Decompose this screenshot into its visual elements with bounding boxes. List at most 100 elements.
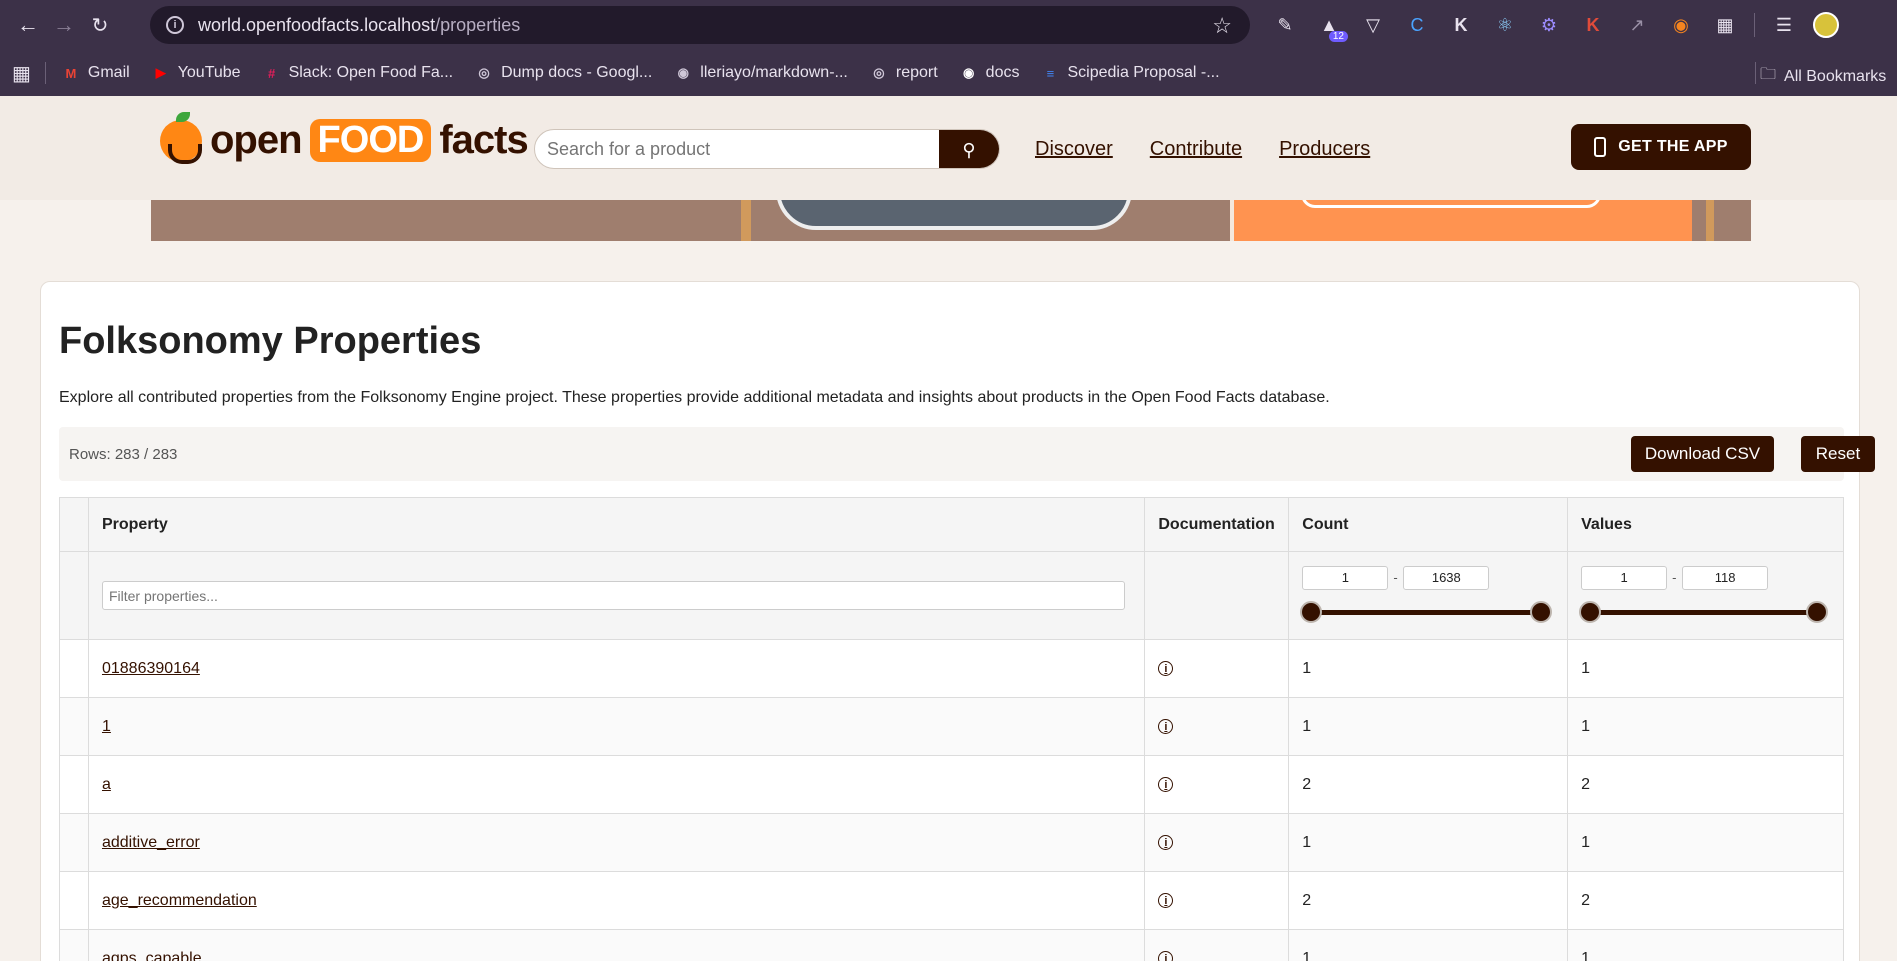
properties-table: Property Documentation Count Values 1 - … bbox=[59, 497, 1844, 961]
table-row: 01886390164 i 1 1 bbox=[60, 640, 1844, 698]
property-link[interactable]: additive_error bbox=[102, 834, 200, 852]
github-icon: ◉ bbox=[963, 65, 975, 80]
count-min-handle[interactable] bbox=[1300, 600, 1323, 623]
puzzle-extensions-icon[interactable]: ▦ bbox=[1710, 10, 1740, 40]
count-max-handle[interactable] bbox=[1530, 600, 1553, 623]
values-range-filter: 1 - 118 bbox=[1568, 552, 1843, 640]
open-food-facts-logo[interactable]: open FOOD facts bbox=[160, 111, 529, 164]
count-slider-track[interactable] bbox=[1309, 609, 1542, 615]
values-max-input[interactable]: 118 bbox=[1682, 565, 1769, 590]
k-extension-icon[interactable]: K bbox=[1446, 10, 1476, 40]
property-link[interactable]: age_recommendation bbox=[102, 892, 257, 910]
download-csv-button[interactable]: Download CSV bbox=[1631, 436, 1774, 472]
info-icon[interactable]: i bbox=[1158, 951, 1174, 961]
reading-list-icon[interactable]: ☰ bbox=[1769, 10, 1799, 40]
values-min-handle[interactable] bbox=[1579, 600, 1602, 623]
extensions-bar: ✎ ▲ 12 ▽ C K ⚛ ⚙ K ↗ ◉ ▦ ☰ bbox=[1270, 10, 1839, 42]
search-input[interactable] bbox=[535, 130, 935, 168]
info-icon[interactable]: i bbox=[1158, 719, 1174, 734]
bookmark-item[interactable]: ▶ YouTube bbox=[152, 64, 241, 82]
bookmark-star-icon[interactable]: ☆ bbox=[1212, 13, 1232, 39]
reload-icon[interactable]: ↻ bbox=[82, 7, 118, 43]
header-documentation[interactable]: Documentation bbox=[1145, 498, 1290, 551]
nav-producers[interactable]: Producers bbox=[1279, 138, 1370, 161]
profile-avatar[interactable] bbox=[1813, 12, 1839, 38]
bookmarks-bar: ▦ M Gmail ▶ YouTube # Slack: Open Food Fa... ◎… bbox=[0, 50, 1897, 96]
bookmark-item[interactable]: M Gmail bbox=[62, 64, 129, 82]
external-link-extension-icon[interactable]: ↗ bbox=[1622, 10, 1652, 40]
count-min-input[interactable]: 1 bbox=[1302, 565, 1389, 590]
browser-toolbar: ← → ↻ i world.openfoodfacts.localhost/pr… bbox=[0, 0, 1897, 50]
header-values[interactable]: Values bbox=[1568, 498, 1844, 551]
bookmark-label: report bbox=[895, 64, 938, 81]
count-range-filter: 1 - 1638 bbox=[1289, 552, 1567, 640]
header-count[interactable]: Count bbox=[1289, 498, 1569, 551]
promo-banner[interactable] bbox=[151, 200, 1751, 241]
search-button[interactable]: ⚲ bbox=[939, 130, 999, 168]
info-icon[interactable]: i bbox=[1158, 893, 1174, 908]
values-max-handle[interactable] bbox=[1806, 600, 1829, 623]
documentation-cell: i bbox=[1145, 814, 1290, 871]
bookmark-item[interactable]: ◎ Dump docs - Googl... bbox=[475, 64, 652, 82]
reset-button[interactable]: Reset bbox=[1801, 436, 1875, 472]
banner-photo bbox=[776, 200, 1132, 230]
documentation-cell: i bbox=[1145, 698, 1290, 755]
triangle-extension-icon[interactable]: ▽ bbox=[1358, 10, 1388, 40]
product-search: ⚲ bbox=[534, 129, 1000, 169]
property-link[interactable]: agps_capable bbox=[102, 950, 202, 961]
k-red-extension-icon[interactable]: K bbox=[1578, 10, 1608, 40]
bookmark-label: Scipedia Proposal -... bbox=[1067, 64, 1220, 81]
bookmark-label: Slack: Open Food Fa... bbox=[288, 64, 454, 81]
table-row: a i 22 bbox=[60, 756, 1844, 814]
property-cell: additive_error bbox=[89, 814, 1146, 871]
count-max-input[interactable]: 1638 bbox=[1403, 565, 1490, 590]
property-cell: a bbox=[89, 756, 1146, 813]
all-bookmarks-label: All Bookmarks bbox=[1784, 67, 1887, 85]
bookmark-item[interactable]: ◉ lleriayo/markdown-... bbox=[674, 64, 848, 82]
url-host: world.openfoodfacts.localhost bbox=[198, 14, 436, 35]
forward-arrow-icon[interactable]: → bbox=[46, 7, 82, 43]
property-link[interactable]: a bbox=[102, 776, 111, 794]
google-docs-icon: ≡ bbox=[1046, 65, 1055, 81]
bookmark-item[interactable]: ◎ report bbox=[870, 64, 938, 82]
properties-card: Folksonomy Properties Explore all contri… bbox=[40, 281, 1875, 961]
property-link[interactable]: 01886390164 bbox=[102, 660, 200, 678]
gmail-icon: M bbox=[65, 65, 77, 81]
get-the-app-button[interactable]: GET THE APP bbox=[1571, 124, 1751, 170]
bookmark-item[interactable]: ≡ Scipedia Proposal -... bbox=[1041, 64, 1220, 82]
bookmark-label: lleriayo/markdown-... bbox=[700, 64, 848, 81]
all-bookmarks-button[interactable]: 🗀 All Bookmarks bbox=[1760, 63, 1886, 90]
property-link[interactable]: 1 bbox=[102, 718, 111, 736]
nav-discover[interactable]: Discover bbox=[1035, 138, 1113, 161]
count-filter-cell: 1 - 1638 bbox=[1289, 552, 1569, 640]
site-header: open FOOD facts ⚲ Discover Contribute Pr… bbox=[0, 96, 1897, 200]
filter-properties-input[interactable] bbox=[101, 581, 1125, 610]
eyedropper-extension-icon[interactable]: ✎ bbox=[1270, 10, 1300, 40]
bookmark-item[interactable]: # Slack: Open Food Fa... bbox=[263, 64, 454, 82]
bookmark-label: docs bbox=[985, 64, 1020, 81]
c-extension-icon[interactable]: C bbox=[1402, 10, 1432, 40]
react-devtools-icon[interactable]: ⚛ bbox=[1490, 10, 1520, 40]
table-row: age_recommendation i 2 2 bbox=[60, 872, 1844, 930]
bookmark-item[interactable]: ◉ docs bbox=[960, 64, 1020, 82]
info-icon[interactable]: i bbox=[1158, 777, 1174, 792]
get-the-app-label: GET THE APP bbox=[1618, 138, 1728, 155]
info-icon[interactable]: i bbox=[1158, 835, 1174, 850]
info-icon[interactable]: i bbox=[1158, 661, 1174, 676]
site-info-icon[interactable]: i bbox=[166, 16, 184, 34]
apps-grid-icon[interactable]: ▦ bbox=[12, 61, 31, 86]
metamask-fox-icon[interactable]: ◉ bbox=[1666, 10, 1696, 40]
back-arrow-icon[interactable]: ← bbox=[10, 7, 46, 43]
header-property[interactable]: Property bbox=[89, 498, 1146, 551]
values-min-input[interactable]: 1 bbox=[1581, 565, 1668, 590]
toolbar-divider bbox=[1754, 13, 1755, 37]
gear-extension-icon[interactable]: ⚙ bbox=[1534, 10, 1564, 40]
table-header-row: Property Documentation Count Values bbox=[60, 498, 1844, 552]
table-row: additive_error i 1 1 bbox=[60, 814, 1844, 872]
address-bar[interactable]: i world.openfoodfacts.localhost/properti… bbox=[150, 6, 1250, 44]
nav-contribute[interactable]: Contribute bbox=[1150, 138, 1242, 161]
documentation-cell: i bbox=[1145, 756, 1290, 813]
extension-with-badge-icon[interactable]: ▲ 12 bbox=[1314, 10, 1348, 42]
values-cell: 1 bbox=[1568, 930, 1844, 961]
values-slider-track[interactable] bbox=[1588, 609, 1818, 615]
